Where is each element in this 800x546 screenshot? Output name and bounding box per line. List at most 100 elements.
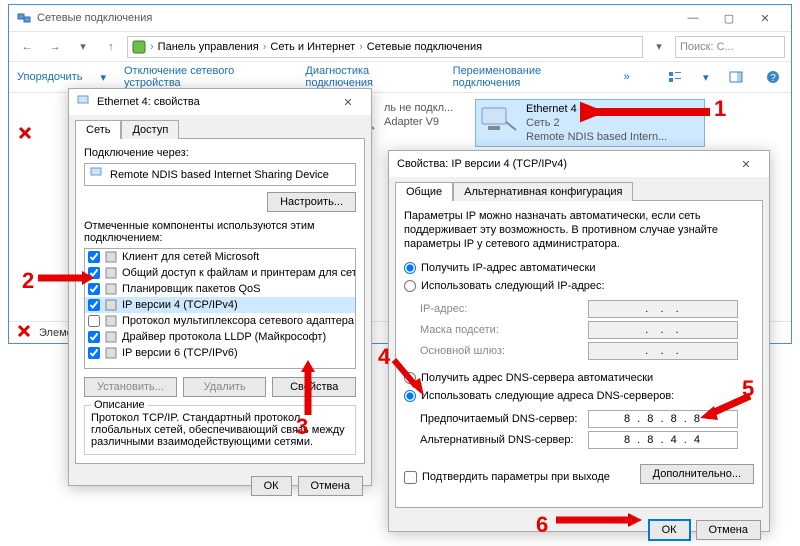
list-item[interactable]: Общий доступ к файлам и принтерам для се… [85,265,355,281]
ip-auto-radio[interactable]: Получить IP-адрес автоматически [404,262,754,274]
dialog-tabs: Общие Альтернативная конфигурация [389,177,769,200]
gateway-input: . . . [588,342,738,360]
validate-on-exit-checkbox[interactable]: Подтвердить параметры при выходе [404,471,610,484]
ipv4-properties-dialog: Свойства: IP версии 4 (TCP/IPv4) ✕ Общие… [388,150,770,532]
forward-button[interactable]: → [43,35,67,59]
svg-text:?: ? [771,73,777,84]
list-item[interactable]: Планировщик пакетов QoS [85,281,355,297]
annotation-5: 5 [742,376,754,402]
list-item[interactable]: IP версии 6 (TCP/IPv6) [85,345,355,361]
tab-alternate[interactable]: Альтернативная конфигурация [453,182,633,201]
diagnose-button[interactable]: Диагностика подключения [305,65,434,89]
annotation-6: 6 [536,512,548,538]
adapter-small-icon [90,167,104,182]
tab-access[interactable]: Доступ [121,120,179,139]
breadcrumb[interactable]: › Панель управления › Сеть и Интернет › … [127,36,643,58]
tab-body: Подключение через: Remote NDIS based Int… [75,138,365,464]
tab-network[interactable]: Сеть [75,120,121,139]
maximize-button[interactable]: ▢ [711,7,747,29]
preview-pane-icon[interactable] [727,67,746,87]
component-icon [104,266,118,280]
ip-manual-radio[interactable]: Использовать следующий IP-адрес: [404,280,754,292]
ok-button[interactable]: ОК [649,520,690,540]
component-icon [104,298,118,312]
breadcrumb-item[interactable]: Сеть и Интернет [270,41,355,53]
gateway-label: Основной шлюз: [420,345,580,357]
component-checkbox[interactable] [88,267,100,279]
dialog-tabs: Сеть Доступ [69,115,371,138]
subnet-mask-input: . . . [588,321,738,339]
up-button[interactable]: ↑ [99,35,123,59]
dialog-close-button[interactable]: ✕ [333,96,363,109]
annotation-3: 3 [296,414,308,440]
component-checkbox[interactable] [88,299,100,311]
rename-button[interactable]: Переименование подключения [453,65,606,89]
annotation-1: 1 [714,96,726,122]
list-item-selected[interactable]: IP версии 4 (TCP/IPv4) [85,297,355,313]
tab-body: Параметры IP можно назначать автоматичес… [395,200,763,508]
disconnected-icon [18,126,32,143]
component-checkbox[interactable] [88,331,100,343]
component-icon [104,346,118,360]
list-item[interactable]: Драйвер протокола LLDP (Майкрософт) [85,329,355,345]
configure-button[interactable]: Настроить... [267,192,356,212]
disable-device-button[interactable]: Отключение сетевого устройства [124,65,287,89]
adapter-small-icon [77,95,91,110]
adapter-icon [478,102,518,138]
window-title: Сетевые подключения [37,12,152,24]
component-icon [104,314,118,328]
dialog-footer: ОК Отмена [389,514,769,546]
annotation-4: 4 [378,344,390,370]
dialog-titlebar: Ethernet 4: свойства ✕ [69,89,371,115]
uninstall-button[interactable]: Удалить [183,377,267,397]
component-icon [104,330,118,344]
back-button[interactable]: ← [15,35,39,59]
help-icon[interactable]: ? [764,67,783,87]
subnet-mask-label: Маска подсети: [420,324,580,336]
component-checkbox[interactable] [88,315,100,327]
breadcrumb-item[interactable]: Панель управления [158,41,259,53]
ok-button[interactable]: ОК [251,476,292,496]
dialog-footer: ОК Отмена [69,470,371,502]
ip-address-label: IP-адрес: [420,303,580,315]
annotation-2: 2 [22,268,34,294]
list-item[interactable]: Протокол мультиплексора сетевого адаптер… [85,313,355,329]
component-checkbox[interactable] [88,347,100,359]
description-group: Описание Протокол TCP/IP. Стандартный пр… [84,405,356,455]
dns-auto-radio[interactable]: Получить адрес DNS-сервера автоматически [404,372,754,384]
breadcrumb-dropdown[interactable]: ▾ [647,35,671,59]
connect-via-label: Подключение через: [84,147,356,159]
close-button[interactable]: ✕ [747,7,783,29]
tab-general[interactable]: Общие [395,182,453,201]
dialog-title: Свойства: IP версии 4 (TCP/IPv4) [397,158,567,170]
component-icon [104,250,118,264]
search-input[interactable]: Поиск: С... [675,36,785,58]
properties-button[interactable]: Свойства [272,377,356,397]
install-button[interactable]: Установить... [84,377,177,397]
minimize-button[interactable]: — [675,7,711,29]
preferred-dns-input[interactable]: 8 . 8 . 8 . 8 [588,410,738,428]
components-list[interactable]: Клиент для сетей Microsoft Общий доступ … [84,248,356,369]
alternate-dns-input[interactable]: 8 . 8 . 4 . 4 [588,431,738,449]
component-checkbox[interactable] [88,283,100,295]
ip-address-input: . . . [588,300,738,318]
cancel-button[interactable]: Отмена [298,476,363,496]
more-commands[interactable]: » [624,71,630,83]
cancel-button[interactable]: Отмена [696,520,761,540]
view-options-icon[interactable] [666,67,685,87]
adapter-item-selected[interactable]: Ethernet 4 Сеть 2 Remote NDIS based Inte… [475,99,705,147]
advanced-button[interactable]: Дополнительно... [640,464,754,484]
dns-manual-radio[interactable]: Использовать следующие адреса DNS-сервер… [404,390,754,402]
alternate-dns-label: Альтернативный DNS-сервер: [420,434,580,446]
component-icon [104,282,118,296]
recent-dropdown[interactable]: ▾ [71,35,95,59]
dialog-title: Ethernet 4: свойства [97,96,200,108]
control-panel-icon [132,40,146,54]
component-checkbox[interactable] [88,251,100,263]
breadcrumb-item[interactable]: Сетевые подключения [367,41,482,53]
list-item[interactable]: Клиент для сетей Microsoft [85,249,355,265]
ethernet-properties-dialog: Ethernet 4: свойства ✕ Сеть Доступ Подкл… [68,88,372,486]
preferred-dns-label: Предпочитаемый DNS-сервер: [420,413,580,425]
dialog-close-button[interactable]: ✕ [731,158,761,171]
organize-menu[interactable]: Упорядочить [17,71,82,83]
